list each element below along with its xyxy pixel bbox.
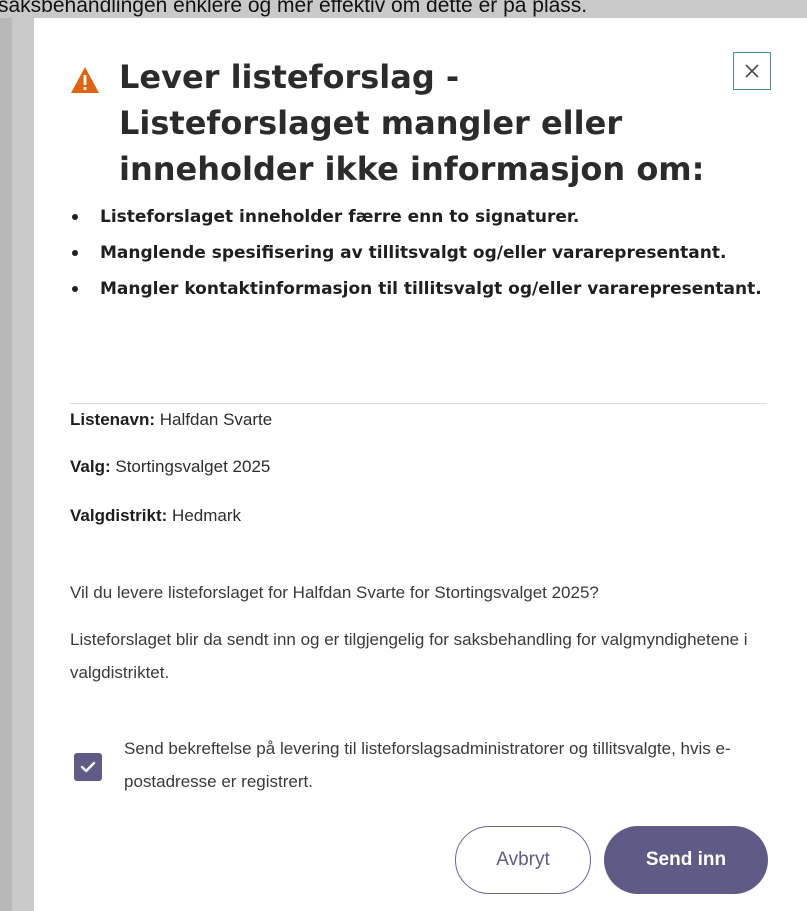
- checkmark-icon: [80, 761, 96, 773]
- confirm-explanation: Listeforslaget blir da sendt inn og er t…: [70, 630, 748, 682]
- dialog-header: Lever listeforslag - Listeforslaget mang…: [70, 54, 710, 192]
- missing-info-item: Mangler kontaktinformasjon til tillitsva…: [70, 274, 770, 304]
- missing-info-item: Manglende spesifisering av tillitsvalgt …: [70, 238, 770, 268]
- divider: [70, 403, 767, 404]
- confirm-question: Vil du levere listeforslaget for Halfdan…: [70, 583, 599, 602]
- dialog-title: Lever listeforslag - Listeforslaget mang…: [119, 58, 705, 188]
- warning-triangle-icon: [71, 67, 99, 93]
- send-confirmation-label[interactable]: Send bekreftelse på levering til listefo…: [124, 732, 764, 798]
- missing-info-list: Listeforslaget inneholder færre enn to s…: [70, 202, 770, 310]
- election-value: Stortingsvalget 2025: [115, 457, 271, 476]
- district-value: Hedmark: [172, 506, 242, 525]
- background-page-text: saksbehandlingen enklere og mer effektiv…: [0, 0, 588, 17]
- send-button[interactable]: Send inn: [604, 826, 768, 894]
- election-label: Valg:: [70, 457, 111, 476]
- close-button[interactable]: [733, 52, 771, 90]
- cancel-button[interactable]: Avbryt: [455, 826, 591, 894]
- list-name-label: Listenavn:: [70, 410, 156, 429]
- missing-info-item: Listeforslaget inneholder færre enn to s…: [70, 202, 770, 232]
- district-row: Valgdistrikt: Hedmark: [70, 506, 241, 526]
- deliver-list-proposal-dialog: Lever listeforslag - Listeforslaget mang…: [34, 18, 807, 911]
- close-icon: [745, 64, 759, 78]
- election-row: Valg: Stortingsvalget 2025: [70, 457, 270, 477]
- district-label: Valgdistrikt:: [70, 506, 168, 525]
- send-confirmation-checkbox[interactable]: [74, 753, 102, 781]
- list-name-row: Listenavn: Halfdan Svarte: [70, 410, 272, 430]
- list-name-value: Halfdan Svarte: [159, 410, 273, 429]
- page-scroll-edge: [0, 18, 12, 911]
